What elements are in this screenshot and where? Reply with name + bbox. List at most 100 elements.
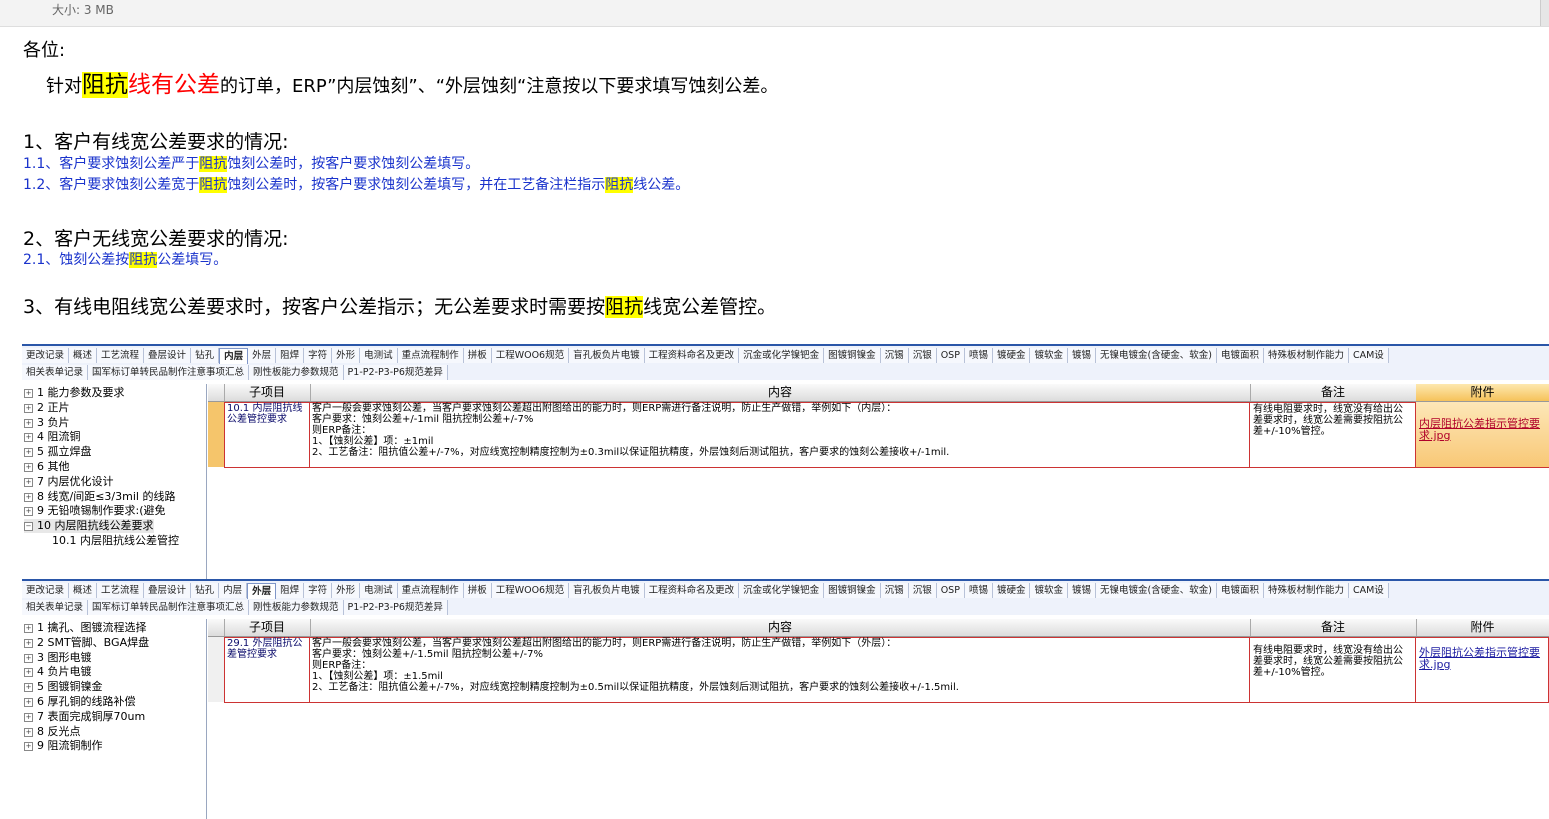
- tab-22[interactable]: 镀硬金: [992, 348, 1031, 363]
- tree-item[interactable]: +8 线宽/间距≤3/3mil 的线路: [24, 490, 175, 504]
- header-note[interactable]: 备注: [1250, 384, 1417, 401]
- header-attachment[interactable]: 附件: [1416, 619, 1549, 636]
- header-note[interactable]: 备注: [1250, 619, 1417, 636]
- tab-2[interactable]: 工艺流程: [97, 348, 145, 363]
- tab-0[interactable]: 相关表单记录: [22, 365, 89, 380]
- tab-13[interactable]: 工程WOO6规范: [491, 583, 570, 598]
- scrollbar-edge[interactable]: [1540, 0, 1549, 26]
- tab-4[interactable]: 钻孔: [191, 348, 220, 363]
- tree-item[interactable]: +6 厚孔铜的线路补偿: [24, 695, 136, 709]
- tab-1[interactable]: 国军标订单转民品制作注意事项汇总: [88, 600, 250, 615]
- tab-6[interactable]: 外层: [248, 348, 277, 363]
- tab-2[interactable]: 刚性板能力参数规范: [249, 600, 344, 615]
- tab-1[interactable]: 国军标订单转民品制作注意事项汇总: [88, 365, 250, 380]
- tree-item[interactable]: +3 负片: [24, 416, 70, 430]
- expand-icon[interactable]: +: [24, 448, 33, 458]
- tree-item[interactable]: +4 负片电镀: [24, 665, 92, 679]
- tree-item[interactable]: +8 反光点: [24, 725, 81, 739]
- tab-9[interactable]: 外形: [332, 583, 361, 598]
- tab-1[interactable]: 概述: [69, 348, 98, 363]
- tab-18[interactable]: 沉锡: [880, 348, 909, 363]
- tab-21[interactable]: 喷锡: [964, 583, 993, 598]
- tab-28[interactable]: CAM设: [1348, 583, 1389, 598]
- tab-17[interactable]: 图镀铜镍金: [824, 583, 881, 598]
- cell-content[interactable]: 客户一般会要求蚀刻公差，当客户要求蚀刻公差超出附图给出的能力时，则ERP需进行备…: [310, 402, 1250, 467]
- tab-21[interactable]: 喷锡: [964, 348, 993, 363]
- cell-content[interactable]: 客户一般会要求蚀刻公差，当客户要求蚀刻公差超出附图给出的能力时，则ERP需进行备…: [310, 637, 1250, 702]
- tab-8[interactable]: 字符: [304, 583, 333, 598]
- tab-10[interactable]: 电测试: [360, 348, 398, 363]
- tab-0[interactable]: 相关表单记录: [22, 600, 89, 615]
- expand-icon[interactable]: +: [24, 653, 33, 663]
- tab-25[interactable]: 无镍电镀金(含硬金、软金): [1096, 348, 1217, 363]
- tab-2[interactable]: 刚性板能力参数规范: [249, 365, 344, 380]
- tab-19[interactable]: 沉银: [908, 348, 937, 363]
- expand-icon[interactable]: +: [24, 683, 33, 693]
- cell-sub[interactable]: 10.1 内层阻抗线公差管控要求: [225, 402, 310, 467]
- tree-item[interactable]: +9 阻流铜制作: [24, 739, 103, 753]
- row-indicator[interactable]: [208, 402, 225, 467]
- tab-20[interactable]: OSP: [936, 583, 965, 598]
- tree-item[interactable]: +4 阻流铜: [24, 430, 81, 444]
- expand-icon[interactable]: +: [24, 698, 33, 707]
- expand-icon[interactable]: +: [24, 389, 33, 398]
- tab-3[interactable]: 叠层设计: [144, 348, 192, 363]
- tree-item[interactable]: −10 内层阻抗线公差要求: [24, 519, 154, 534]
- expand-icon[interactable]: −: [24, 522, 33, 532]
- tree-child-item[interactable]: 10.1 内层阻抗线公差管控: [52, 534, 179, 548]
- tab-16[interactable]: 沉金或化学镍钯金: [739, 583, 825, 598]
- cell-note[interactable]: 有线电阻要求时，线宽没有给出公差要求时，线宽公差需要按阻抗公差+/-10%管控。: [1250, 637, 1416, 702]
- expand-icon[interactable]: +: [24, 624, 33, 633]
- expand-icon[interactable]: +: [24, 712, 33, 722]
- cell-note[interactable]: 有线电阻要求时，线宽没有给出公差要求时，线宽公差需要按阻抗公差+/-10%管控。: [1250, 402, 1416, 467]
- tree-item[interactable]: +9 无铅喷锡制作要求:(避免: [24, 504, 166, 518]
- cell-sub[interactable]: 29.1 外层阻抗公差管控要求: [225, 637, 310, 702]
- tab-10[interactable]: 电测试: [360, 583, 398, 598]
- tab-15[interactable]: 工程资料命名及更改: [644, 583, 740, 598]
- header-sub[interactable]: 子项目: [224, 619, 311, 636]
- tab-4[interactable]: 钻孔: [191, 583, 220, 598]
- expand-icon[interactable]: +: [24, 477, 33, 487]
- tree-item[interactable]: +5 孤立焊盘: [24, 445, 92, 459]
- header-content[interactable]: 内容: [310, 619, 1251, 636]
- header-sub[interactable]: 子项目: [224, 384, 311, 401]
- tab-14[interactable]: 盲孔板负片电镀: [569, 583, 645, 598]
- tab-11[interactable]: 重点流程制作: [397, 348, 464, 363]
- tab-24[interactable]: 镀锡: [1068, 348, 1097, 363]
- tree-item[interactable]: +3 图形电镀: [24, 651, 92, 665]
- tab-3[interactable]: P1-P2-P3-P6规范差异: [343, 365, 448, 380]
- tab-23[interactable]: 镀软金: [1030, 583, 1068, 598]
- tab-8[interactable]: 字符: [304, 348, 333, 363]
- tab-28[interactable]: CAM设: [1348, 348, 1389, 363]
- tab-2[interactable]: 工艺流程: [97, 583, 145, 598]
- tab-12[interactable]: 拼板: [463, 583, 492, 598]
- tree-item[interactable]: +7 内层优化设计: [24, 475, 114, 489]
- tab-13[interactable]: 工程WOO6规范: [491, 348, 570, 363]
- tab-7[interactable]: 阻焊: [276, 583, 305, 598]
- tree-item[interactable]: +1 擒孔、图镀流程选择: [24, 621, 147, 635]
- expand-icon[interactable]: +: [24, 492, 33, 502]
- tab-5[interactable]: 内层: [219, 348, 249, 364]
- expand-icon[interactable]: +: [24, 668, 33, 678]
- tab-16[interactable]: 沉金或化学镍钯金: [739, 348, 825, 363]
- tab-23[interactable]: 镀软金: [1030, 348, 1068, 363]
- tree-item[interactable]: +5 图镀铜镍金: [24, 680, 103, 694]
- tab-20[interactable]: OSP: [936, 348, 965, 363]
- tab-0[interactable]: 更改记录: [22, 348, 70, 363]
- tree-item[interactable]: +1 能力参数及要求: [24, 386, 125, 400]
- tab-27[interactable]: 特殊板材制作能力: [1263, 348, 1349, 363]
- tab-19[interactable]: 沉银: [908, 583, 937, 598]
- tab-9[interactable]: 外形: [332, 348, 361, 363]
- tab-0[interactable]: 更改记录: [22, 583, 70, 598]
- tab-1[interactable]: 概述: [69, 583, 98, 598]
- tab-26[interactable]: 电镀面积: [1216, 583, 1264, 598]
- tab-15[interactable]: 工程资料命名及更改: [644, 348, 740, 363]
- expand-icon[interactable]: +: [24, 727, 33, 737]
- expand-icon[interactable]: +: [24, 418, 33, 428]
- tab-26[interactable]: 电镀面积: [1216, 348, 1264, 363]
- tab-7[interactable]: 阻焊: [276, 348, 305, 363]
- tab-5[interactable]: 内层: [219, 583, 248, 598]
- row-indicator[interactable]: [208, 637, 225, 702]
- tab-11[interactable]: 重点流程制作: [397, 583, 464, 598]
- header-attachment[interactable]: 附件: [1416, 384, 1549, 401]
